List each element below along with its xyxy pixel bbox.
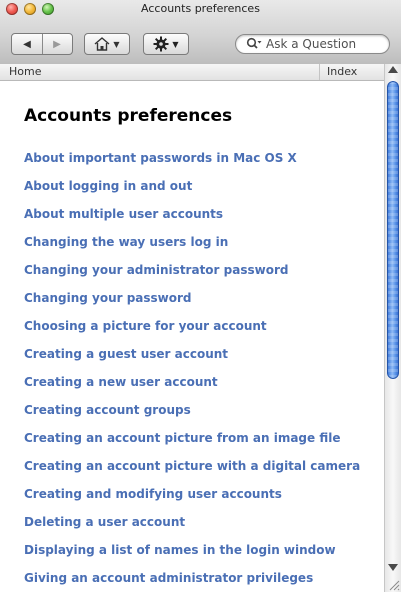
gear-icon bbox=[153, 36, 169, 52]
topic-list: About important passwords in Mac OS X Ab… bbox=[24, 151, 360, 592]
topic-link[interactable]: Displaying a list of names in the login … bbox=[24, 543, 360, 571]
topic-link[interactable]: Creating and modifying user accounts bbox=[24, 487, 360, 515]
breadcrumb-home-link[interactable]: Home bbox=[9, 64, 41, 80]
topic-link[interactable]: Changing the way users log in bbox=[24, 235, 360, 263]
back-arrow-icon: ◀ bbox=[23, 38, 31, 50]
forward-arrow-icon: ▶ bbox=[53, 38, 61, 50]
help-content: Accounts preferences About important pas… bbox=[0, 81, 384, 592]
topic-link[interactable]: Deleting a user account bbox=[24, 515, 360, 543]
forward-button[interactable]: ▶ bbox=[42, 34, 72, 54]
topic-link[interactable]: Creating an account picture from an imag… bbox=[24, 431, 360, 459]
topic-link[interactable]: Creating an account picture with a digit… bbox=[24, 459, 360, 487]
scroll-up-arrow-icon[interactable] bbox=[388, 66, 398, 73]
back-button[interactable]: ◀ bbox=[12, 34, 43, 54]
window-toolbar: Accounts preferences ◀ ▶ ▼ ▼ Ask a Quest… bbox=[0, 0, 401, 65]
chevron-down-icon: ▼ bbox=[113, 39, 120, 49]
home-menu-button[interactable]: ▼ bbox=[84, 33, 130, 55]
topic-link[interactable]: About important passwords in Mac OS X bbox=[24, 151, 360, 179]
topic-link[interactable]: Choosing a picture for your account bbox=[24, 319, 360, 347]
search-placeholder: Ask a Question bbox=[266, 37, 357, 51]
help-viewer-window: Accounts preferences ◀ ▶ ▼ ▼ Ask a Quest… bbox=[0, 0, 401, 592]
topic-link[interactable]: Creating a guest user account bbox=[24, 347, 360, 375]
scroll-thumb[interactable] bbox=[387, 81, 399, 379]
breadcrumb-divider bbox=[319, 64, 320, 80]
action-menu-button[interactable]: ▼ bbox=[143, 33, 189, 55]
chevron-down-icon: ▼ bbox=[172, 39, 179, 49]
breadcrumb: Home Index bbox=[0, 64, 384, 81]
home-icon bbox=[94, 37, 110, 51]
window-title: Accounts preferences bbox=[141, 2, 260, 15]
topic-link[interactable]: About logging in and out bbox=[24, 179, 360, 207]
navigation-buttons: ◀ ▶ bbox=[11, 33, 73, 55]
topic-link[interactable]: Creating account groups bbox=[24, 403, 360, 431]
resize-grip-icon[interactable] bbox=[388, 579, 400, 591]
scroll-down-arrow-icon[interactable] bbox=[388, 564, 398, 571]
topic-link[interactable]: Giving an account administrator privileg… bbox=[24, 571, 360, 592]
vertical-scrollbar[interactable] bbox=[384, 64, 401, 592]
search-field[interactable]: Ask a Question bbox=[235, 34, 390, 54]
search-icon bbox=[246, 37, 262, 49]
index-link[interactable]: Index bbox=[327, 64, 357, 80]
page-title: Accounts preferences bbox=[24, 106, 233, 126]
topic-link[interactable]: Changing your administrator password bbox=[24, 263, 360, 291]
topic-link[interactable]: Changing your password bbox=[24, 291, 360, 319]
topic-link[interactable]: About multiple user accounts bbox=[24, 207, 360, 235]
topic-link[interactable]: Creating a new user account bbox=[24, 375, 360, 403]
